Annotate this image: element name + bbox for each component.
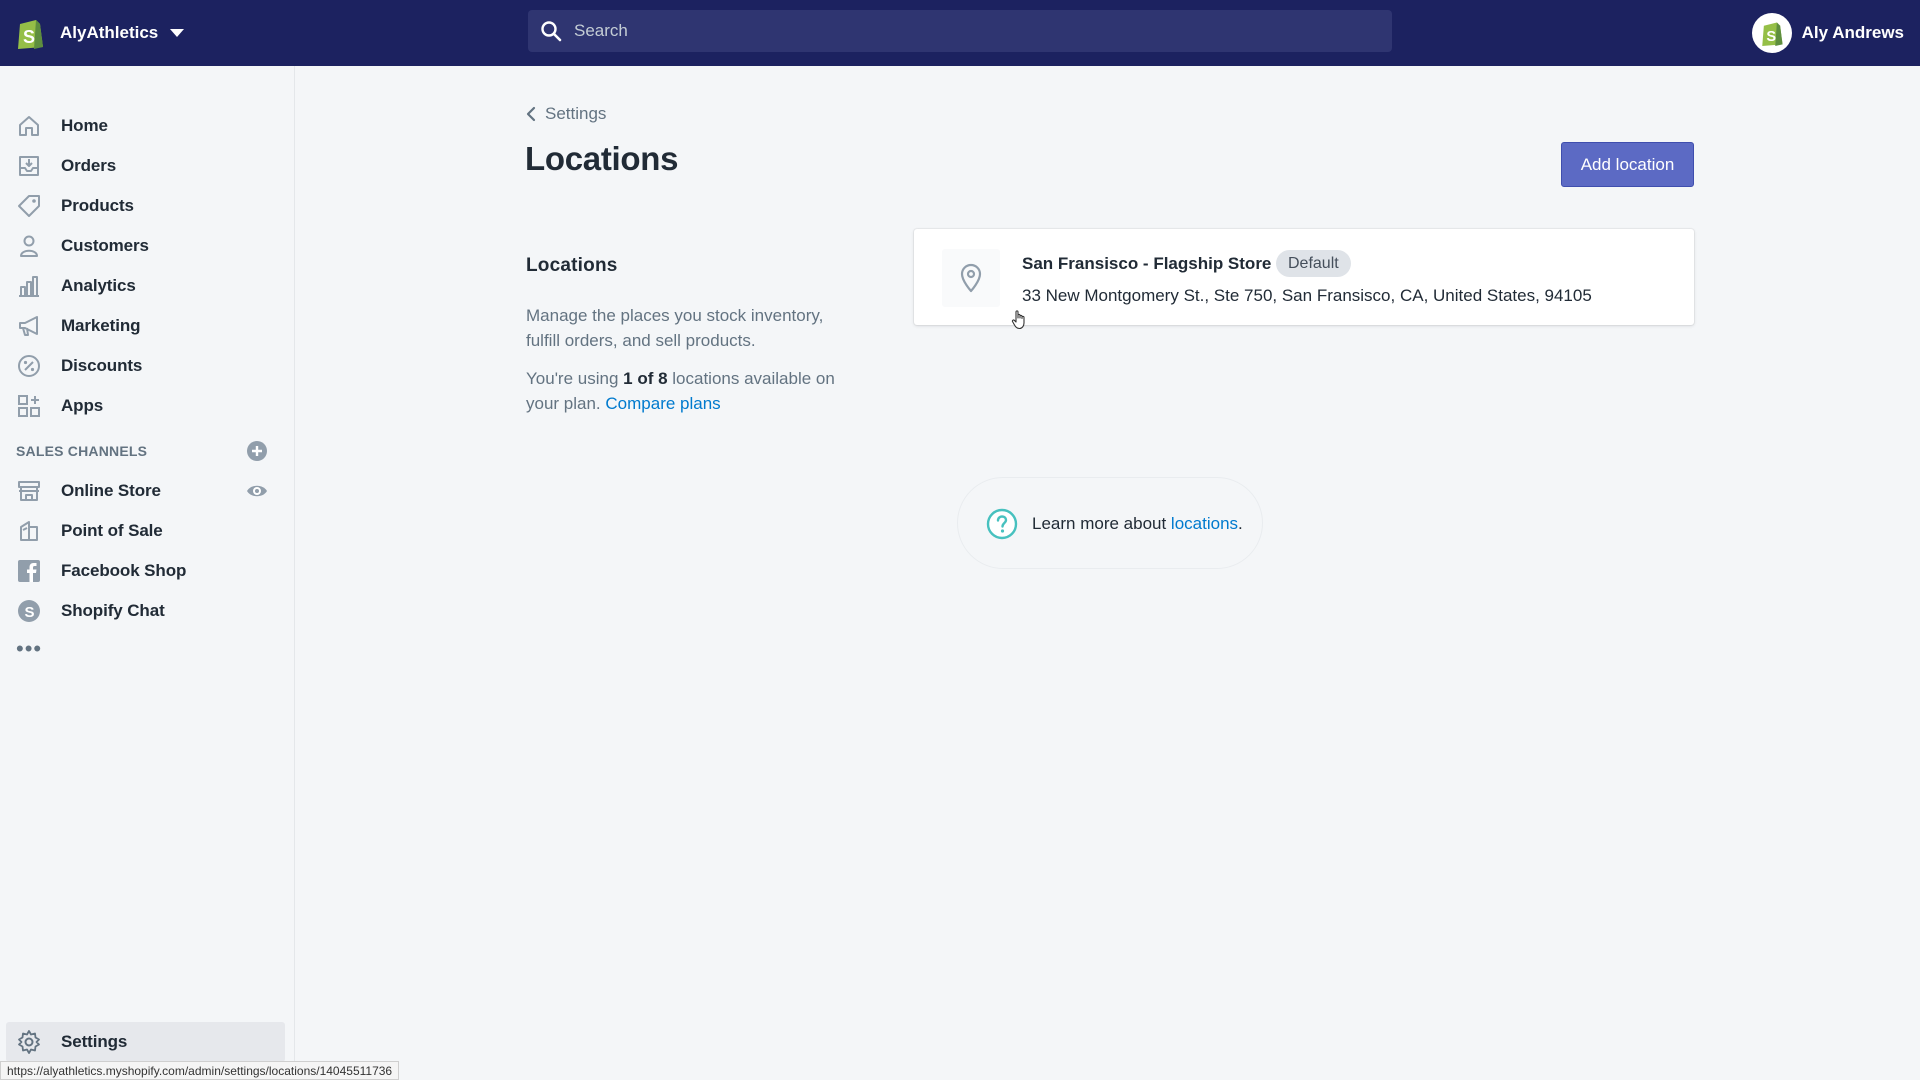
discount-icon: [18, 355, 40, 377]
question-circle-icon: [986, 508, 1018, 540]
sidebar-item-label: Settings: [61, 1032, 128, 1051]
sidebar-item-label: Shopify Chat: [61, 601, 165, 620]
search-bar[interactable]: [528, 10, 1392, 52]
megaphone-icon: [19, 316, 38, 336]
store-switcher[interactable]: S AlyAthletics: [0, 0, 185, 66]
breadcrumb[interactable]: Settings: [525, 104, 606, 124]
sidebar-item-label: Online Store: [61, 481, 161, 500]
sidebar: Home Orders Products Customers Analytics…: [0, 66, 295, 1080]
sidebar-item-label: Home: [61, 116, 108, 135]
sidebar-item-label: Orders: [61, 156, 117, 175]
top-bar: S AlyAthletics S Aly Andrews: [0, 0, 1920, 66]
section-heading: Locations: [526, 255, 618, 276]
section-description: Manage the places you stock inventory, f…: [526, 306, 824, 350]
sidebar-item-shopify-chat[interactable]: S Shopify Chat: [0, 591, 295, 631]
sidebar-item-customers[interactable]: Customers: [0, 226, 295, 266]
svg-text:S: S: [25, 604, 35, 621]
svg-text:S: S: [23, 27, 35, 47]
chevron-down-icon: [170, 29, 185, 37]
sidebar-item-label: Facebook Shop: [61, 561, 187, 580]
sidebar-item-facebook-shop[interactable]: Facebook Shop: [0, 551, 295, 591]
chat-icon: S: [18, 600, 40, 622]
add-location-button[interactable]: Add location: [1561, 142, 1694, 187]
search-input[interactable]: [574, 21, 1354, 41]
search-icon: [541, 21, 562, 42]
plan-usage-text: You're using 1 of 8 locations available …: [526, 369, 835, 413]
person-icon: [20, 235, 38, 257]
more-channels-button[interactable]: •••: [16, 638, 42, 660]
sidebar-item-label: Discounts: [61, 356, 143, 375]
bag-icon: [20, 521, 38, 541]
locations-help-link[interactable]: locations: [1171, 514, 1238, 533]
svg-text:S: S: [1766, 29, 1776, 45]
eye-icon[interactable]: [246, 480, 268, 502]
add-circle-icon[interactable]: [246, 440, 268, 462]
breadcrumb-label: Settings: [545, 104, 607, 123]
user-name: Aly Andrews: [1801, 23, 1904, 42]
store-icon: [18, 481, 40, 501]
facebook-icon: [18, 560, 40, 582]
location-thumbnail: [942, 249, 1000, 307]
hand-cursor-icon: [1011, 310, 1025, 330]
orders-icon: [19, 156, 39, 176]
apps-icon: [18, 395, 40, 417]
sidebar-item-analytics[interactable]: Analytics: [0, 266, 295, 306]
sidebar-item-label: Products: [61, 196, 134, 215]
home-icon: [19, 116, 39, 136]
sidebar-item-discounts[interactable]: Discounts: [0, 346, 295, 386]
location-name: San Fransisco - Flagship Store: [1022, 254, 1272, 273]
sidebar-item-label: Apps: [61, 396, 104, 415]
user-menu[interactable]: S Aly Andrews: [1751, 0, 1904, 66]
store-name: AlyAthletics: [60, 23, 159, 42]
sidebar-item-label: Marketing: [61, 316, 141, 335]
location-pin-icon: [960, 263, 982, 293]
sidebar-item-apps[interactable]: Apps: [0, 386, 295, 426]
sidebar-item-marketing[interactable]: Marketing: [0, 306, 295, 346]
compare-plans-link[interactable]: Compare plans: [605, 394, 720, 413]
page-title: Locations: [525, 140, 679, 177]
sidebar-item-label: Customers: [61, 236, 149, 255]
sidebar-item-label: Point of Sale: [61, 521, 163, 540]
help-text: Learn more about locations.: [1032, 514, 1243, 533]
avatar: S: [1751, 13, 1792, 53]
sidebar-item-home[interactable]: Home: [0, 106, 295, 146]
sidebar-item-orders[interactable]: Orders: [0, 146, 295, 186]
bar-chart-icon: [19, 276, 39, 297]
sales-channels-heading: SALES CHANNELS: [16, 443, 148, 459]
sidebar-item-point-of-sale[interactable]: Point of Sale: [0, 511, 295, 551]
help-footer: Learn more about locations.: [957, 477, 1263, 569]
gear-icon: [18, 1030, 40, 1054]
sidebar-item-label: Analytics: [61, 276, 136, 295]
shopify-logo-icon: S: [18, 20, 43, 49]
location-card[interactable]: San Fransisco - Flagship Store Default 3…: [914, 229, 1694, 325]
tag-icon: [18, 195, 40, 217]
sidebar-item-products[interactable]: Products: [0, 186, 295, 226]
status-bar-url: https://alyathletics.myshopify.com/admin…: [0, 1061, 400, 1080]
usage-count: 1 of 8: [623, 369, 668, 388]
chevron-left-icon: [526, 106, 536, 122]
status-badge: Default: [1276, 250, 1351, 277]
sidebar-item-settings[interactable]: Settings: [6, 1022, 285, 1062]
shopify-logo-icon: S: [1761, 22, 1783, 46]
location-address: 33 New Montgomery St., Ste 750, San Fran…: [1022, 286, 1592, 305]
